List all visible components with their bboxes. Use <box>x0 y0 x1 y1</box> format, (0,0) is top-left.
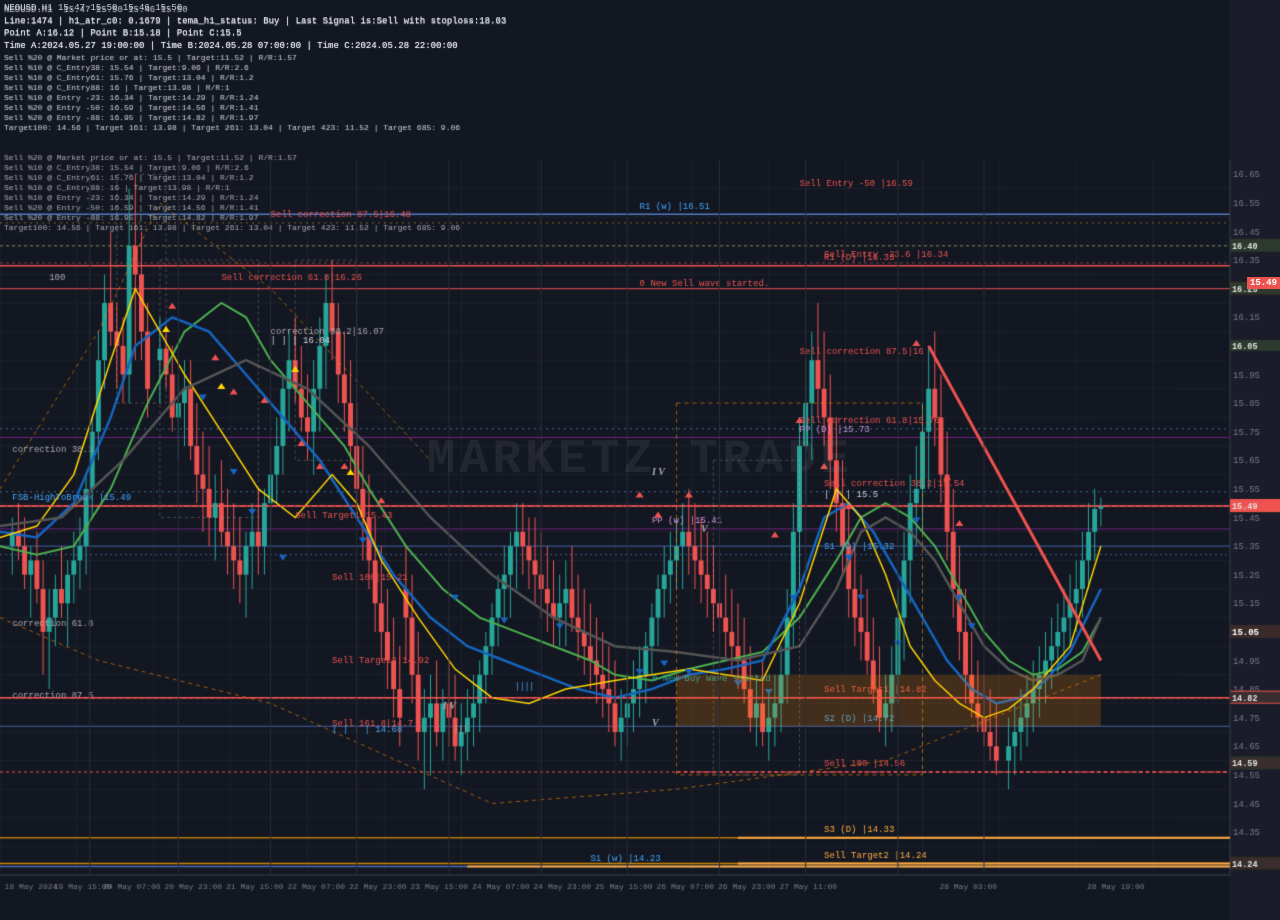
chart-canvas <box>0 0 1280 920</box>
indicator-line: Line:1474 | h1_atr_c0: 0.1679 | tema_h1_… <box>4 15 506 28</box>
time-line: Time A:2024.05.27 19:00:00 | Time B:2024… <box>4 40 506 53</box>
points-line: Point A:16.12 | Point B:15.18 | Point C:… <box>4 27 506 40</box>
chart-container: MARKETZ TRADE NEOUSD.H1 15.47 15.50 15.4… <box>0 0 1280 920</box>
top-info-panel: NEOUSD.H1 15.47 15.50 15.46 15.50 Line:1… <box>4 2 506 52</box>
current-price-box: 15.49 <box>1247 277 1280 289</box>
symbol-line: NEOUSD.H1 15.47 15.50 15.46 15.50 <box>4 2 506 15</box>
